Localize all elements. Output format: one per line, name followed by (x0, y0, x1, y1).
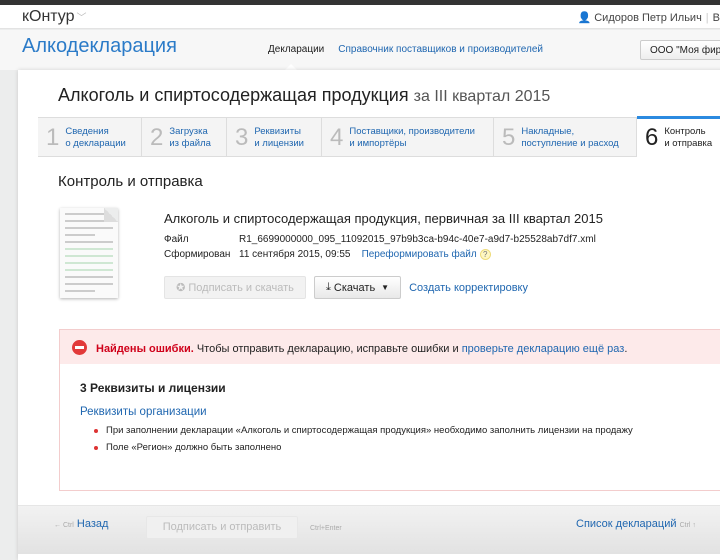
step-num: 3 (235, 123, 249, 151)
step-num: 4 (330, 123, 344, 151)
step-num: 1 (46, 123, 60, 151)
step-label: Контроль и отправка (664, 126, 712, 150)
step-3[interactable]: 3 Реквизиты и лицензии (227, 118, 322, 157)
file-row: Файл R1_6699000000_095_11092015_97b9b3ca-… (164, 234, 603, 245)
org-selector[interactable]: ООО "Моя фирма" (640, 40, 720, 60)
l1: Загрузка (169, 125, 208, 137)
step-6[interactable]: 6 Контроль и отправка (637, 116, 720, 157)
file-name: R1_6699000000_095_11092015_97b9b3ca-b94c… (239, 234, 596, 245)
logo-text: кОнтур (22, 8, 75, 25)
step-num: 2 (150, 123, 164, 151)
step-4[interactable]: 4 Поставщики, производители и импортёры (322, 118, 494, 157)
step-2[interactable]: 2 Загрузка из файла (142, 118, 227, 157)
error-text: Чтобы отправить декларацию, исправьте ош… (193, 343, 462, 355)
l2: поступление и расход (521, 137, 619, 149)
label: Скачать (333, 281, 376, 294)
main-card: Алкоголь и спиртосодержащая продукция за… (18, 70, 720, 560)
l2: о декларации (65, 137, 126, 149)
error-header: Найдены ошибки. Чтобы отправить декларац… (60, 330, 720, 364)
reform-file-link[interactable]: Переформировать файл (362, 249, 477, 260)
create-correction-link[interactable]: Создать корректировку (409, 282, 528, 294)
step-label: Реквизиты и лицензии (254, 126, 304, 150)
send-hint: Ctrl+Enter (310, 525, 342, 532)
step-num: 6 (645, 123, 659, 151)
document-info: Алкоголь и спиртосодержащая продукция, п… (164, 211, 603, 264)
declarations-list-link[interactable]: Список деклараций (576, 518, 677, 530)
chevron-down-icon: ﹀ (76, 13, 87, 24)
error-item: Поле «Регион» должно быть заполнено (94, 442, 633, 453)
fold (104, 208, 118, 222)
page-period: за III квартал 2015 (413, 88, 551, 105)
app-title[interactable]: Алкодекларация (22, 35, 177, 58)
user-menu[interactable]: 👤 Сидоров Петр Ильич | В (577, 11, 720, 24)
formed-row: Сформирован 11 сентября 2015, 09:55 Переф… (164, 249, 603, 260)
user-name: Сидоров Петр Ильич (594, 12, 702, 24)
send-hint-group: Ctrl+Enter (310, 521, 342, 533)
page-title: Алкоголь и спиртосодержащая продукция за… (58, 85, 550, 106)
document-title: Алкоголь и спиртосодержащая продукция, п… (164, 211, 603, 226)
error-title: Найдены ошибки. (96, 343, 194, 355)
document-preview-icon[interactable] (60, 208, 118, 298)
divider: | (705, 12, 709, 24)
seal-icon: ✪ (176, 282, 189, 294)
main-nav: Декларации Справочник поставщиков и произ… (268, 44, 557, 55)
step-5[interactable]: 5 Накладные, поступление и расход (494, 118, 637, 157)
step-label: Сведения о декларации (65, 126, 125, 150)
app-header: Алкодекларация Декларации Справочник пост… (0, 30, 720, 70)
step-label: Загрузка из файла (169, 126, 211, 150)
nav-declarations[interactable]: Декларации (268, 44, 324, 55)
error-section: 3 Реквизиты и лицензии (80, 381, 226, 395)
stop-icon (72, 340, 87, 355)
error-panel: Найдены ошибки. Чтобы отправить декларац… (59, 329, 720, 491)
download-button[interactable]: ⤓ Скачать ▼ (314, 276, 402, 299)
user-icon: 👤 (577, 12, 592, 24)
l1: Реквизиты (254, 125, 301, 137)
l2: из файла (169, 137, 211, 149)
top-bar: кОнтур ﹀ 👤 Сидоров Петр Ильич | В (0, 5, 720, 29)
actions: ✪ Подписать и скачать ⤓ Скачать ▼ Создать… (164, 276, 528, 299)
error-item: При заполнении декларации «Алкоголь и сп… (94, 425, 633, 436)
l1: Сведения (65, 125, 109, 137)
list-hint: Ctrl ↑ (679, 522, 696, 529)
l2: и лицензии (254, 137, 304, 149)
kontur-logo[interactable]: кОнтур ﹀ (22, 8, 87, 26)
exit-link[interactable]: В (713, 12, 720, 24)
download-icon: ⤓ (326, 281, 334, 293)
page-title-text: Алкоголь и спиртосодержащая продукция (58, 85, 409, 105)
formed-date: 11 сентября 2015, 09:55 (239, 249, 351, 260)
footer-bar: ← Ctrl Назад Подписать и отправить Ctrl+… (18, 505, 720, 554)
section-title: Контроль и отправка (58, 173, 203, 190)
step-num: 5 (502, 123, 516, 151)
back-hint: ← Ctrl (54, 522, 74, 529)
caret-down-icon: ▼ (381, 283, 390, 292)
step-label: Накладные, поступление и расход (521, 126, 618, 150)
help-icon[interactable]: ? (479, 249, 491, 260)
recheck-link[interactable]: проверьте декларацию ещё раз (462, 343, 625, 355)
error-end: . (624, 343, 628, 355)
back-group: ← Ctrl Назад (54, 518, 108, 530)
label: Подписать и скачать (188, 281, 294, 294)
error-list: При заполнении декларации «Алкоголь и сп… (94, 425, 633, 459)
sign-download-button[interactable]: ✪ Подписать и скачать (164, 276, 306, 299)
step-1[interactable]: 1 Сведения о декларации (38, 118, 142, 157)
l1: Поставщики, производители (349, 125, 475, 137)
formed-label: Сформирован (164, 249, 231, 260)
file-label: Файл (164, 234, 189, 245)
l1: Контроль (664, 125, 706, 137)
step-label: Поставщики, производители и импортёры (349, 126, 475, 150)
l2: и отправка (664, 137, 713, 149)
steps-tabs: 1 Сведения о декларации 2 Загрузка из файла … (38, 116, 720, 157)
list-group: Список деклараций Ctrl ↑ (576, 518, 696, 530)
l2: и импортёры (349, 137, 407, 149)
back-link[interactable]: Назад (77, 518, 109, 530)
sign-send-button[interactable]: Подписать и отправить (146, 516, 298, 539)
error-subsection-link[interactable]: Реквизиты организации (80, 406, 207, 418)
nav-suppliers[interactable]: Справочник поставщиков и производителей (338, 44, 543, 55)
l1: Накладные, (521, 125, 575, 137)
